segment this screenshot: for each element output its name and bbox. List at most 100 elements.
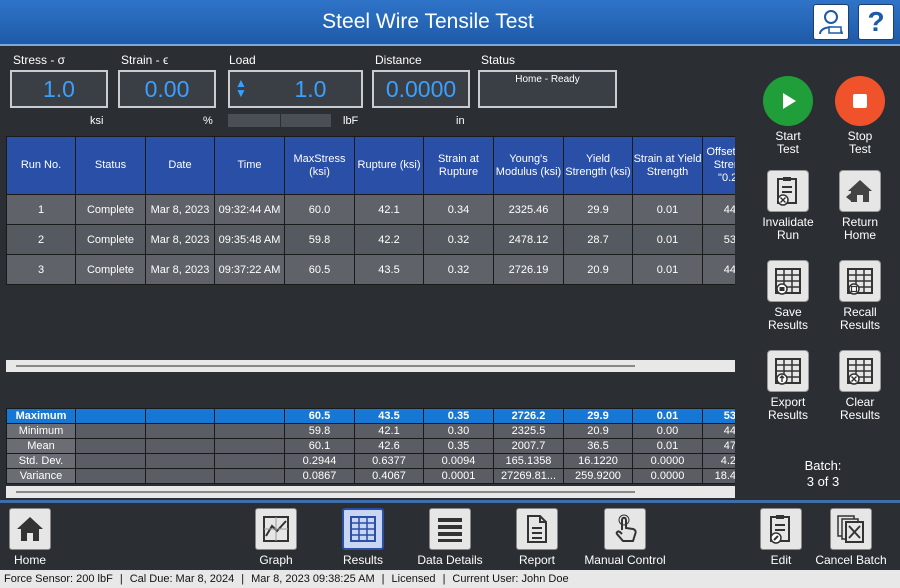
stats-horizontal-scrollbar[interactable] xyxy=(6,486,735,498)
column-header[interactable]: Strain at Rupture xyxy=(423,136,494,195)
recall-results-button[interactable]: Recall Results xyxy=(830,260,890,332)
stats-cell: 0.0094 xyxy=(423,453,494,469)
nav-results-button[interactable]: Results xyxy=(318,508,408,567)
recall-results-label: Recall Results xyxy=(839,305,880,332)
user-login-button[interactable] xyxy=(813,4,849,40)
nav-report-button[interactable]: Report xyxy=(492,508,582,567)
table-cell: 09:35:48 AM xyxy=(214,224,285,255)
stop-test-label: Stop Test xyxy=(847,129,873,156)
load-updown-icon[interactable]: ▲ ▼ xyxy=(235,77,247,99)
table-cell: 42.1 xyxy=(354,194,424,225)
nav-home-label: Home xyxy=(13,553,46,567)
nav-home-button[interactable]: Home xyxy=(0,508,75,567)
table-cell: 0.01 xyxy=(632,254,703,285)
distance-readout: 0.0000 xyxy=(372,70,470,108)
column-header[interactable]: Rupture (ksi) xyxy=(354,136,424,195)
column-header[interactable]: Run No. xyxy=(6,136,76,195)
batch-label: Batch: xyxy=(804,458,842,473)
table-cell: 2 xyxy=(6,224,76,255)
table-cell: 59.8 xyxy=(284,224,355,255)
stats-cell: 42.6 xyxy=(354,438,424,454)
home-icon xyxy=(9,508,51,550)
column-header[interactable]: Yield Strength (ksi) xyxy=(563,136,633,195)
grid-clear-icon xyxy=(839,350,881,392)
table-cell: Complete xyxy=(75,224,146,255)
stats-row[interactable]: Variance 0.0867 0.4067 0.0001 27269.81... 259… xyxy=(6,468,735,484)
results-horizontal-scrollbar[interactable] xyxy=(6,360,735,372)
license-text: Licensed xyxy=(391,573,436,585)
stats-row[interactable]: Minimum 59.8 42.1 0.30 2325.5 20.9 0.00 44 xyxy=(6,423,735,439)
table-row[interactable]: 2 Complete Mar 8, 2023 09:35:48 AM 59.8 42.2 0… xyxy=(6,224,735,255)
nav-graph-button[interactable]: Graph xyxy=(231,508,321,567)
stats-cell: 0.0000 xyxy=(632,453,703,469)
export-results-label: Export Results xyxy=(767,395,808,422)
stats-row[interactable]: Std. Dev. 0.2944 0.6377 0.0094 165.1358 16.12… xyxy=(6,453,735,469)
grid-export-icon xyxy=(767,350,809,392)
clear-results-button[interactable]: Clear Results xyxy=(830,350,890,422)
stats-cell: 53 xyxy=(702,408,735,424)
help-button[interactable]: ? xyxy=(858,4,894,40)
column-header[interactable]: Time xyxy=(214,136,285,195)
load-readout: 1.0 xyxy=(228,70,363,108)
column-header[interactable]: Status xyxy=(75,136,146,195)
results-table: Run No. Status Date Time MaxStress (ksi) Rupt… xyxy=(6,136,735,286)
stats-empty-cell xyxy=(75,453,146,469)
stats-cell: 0.00 xyxy=(632,423,703,439)
load-unit: lbF xyxy=(343,115,359,127)
stats-cell: 18.4 xyxy=(702,468,735,484)
stats-cell: 0.01 xyxy=(632,408,703,424)
stats-empty-cell xyxy=(214,408,285,424)
invalidate-run-button[interactable]: Invalidate Run xyxy=(758,170,818,242)
nav-results-label: Results xyxy=(342,553,383,567)
report-document-icon xyxy=(516,508,558,550)
table-cell: 43.5 xyxy=(354,254,424,285)
stats-cell: 2726.2 xyxy=(493,408,564,424)
column-header[interactable]: Offset Yield Strength "0.2%" xyxy=(702,136,735,195)
grid-recall-icon xyxy=(839,260,881,302)
table-cell: Mar 8, 2023 xyxy=(145,224,215,255)
table-cell: Mar 8, 2023 xyxy=(145,194,215,225)
start-test-button[interactable]: Start Test xyxy=(758,76,818,156)
return-home-icon xyxy=(839,170,881,212)
stats-cell: 0.0000 xyxy=(632,468,703,484)
stats-cell: 0.01 xyxy=(632,438,703,454)
table-cell: 3 xyxy=(6,254,76,285)
help-icon: ? xyxy=(867,6,885,37)
table-row[interactable]: 1 Complete Mar 8, 2023 09:32:44 AM 60.0 42.1 0… xyxy=(6,194,735,225)
stats-row[interactable]: Mean 60.1 42.6 0.35 2007.7 36.5 0.01 47 xyxy=(6,438,735,454)
return-home-label: Return Home xyxy=(841,215,879,242)
table-cell: 29.9 xyxy=(563,194,633,225)
column-header[interactable]: Date xyxy=(145,136,215,195)
stats-cell: 0.30 xyxy=(423,423,494,439)
nav-data-details-button[interactable]: Data Details xyxy=(405,508,495,567)
table-cell: 1 xyxy=(6,194,76,225)
table-cell: 2726.19 xyxy=(493,254,564,285)
table-cell: 0.34 xyxy=(423,194,494,225)
column-header[interactable]: MaxStress (ksi) xyxy=(284,136,355,195)
table-row[interactable]: 3 Complete Mar 8, 2023 09:37:22 AM 60.5 43.5 0… xyxy=(6,254,735,285)
stats-cell: 0.2944 xyxy=(284,453,355,469)
stats-cell: 259.9200 xyxy=(563,468,633,484)
stats-row[interactable]: Maximum 60.5 43.5 0.35 2726.2 29.9 0.01 53 xyxy=(6,408,735,424)
stats-cell: 0.0001 xyxy=(423,468,494,484)
nav-manual-control-button[interactable]: Manual Control xyxy=(579,508,671,567)
stats-empty-cell xyxy=(214,438,285,454)
edit-clipboard-icon xyxy=(760,508,802,550)
export-results-button[interactable]: Export Results xyxy=(758,350,818,422)
table-cell: 20.9 xyxy=(563,254,633,285)
stop-test-button[interactable]: Stop Test xyxy=(830,76,890,156)
nav-graph-label: Graph xyxy=(259,553,293,567)
force-sensor-text: Force Sensor: 200 lbF xyxy=(4,573,113,585)
save-results-button[interactable]: Save Results xyxy=(758,260,818,332)
column-header[interactable]: Young's Modulus (ksi) xyxy=(493,136,564,195)
nav-report-label: Report xyxy=(518,553,556,567)
return-home-button[interactable]: Return Home xyxy=(830,170,890,242)
nav-cancel-batch-label: Cancel Batch xyxy=(815,553,887,567)
nav-cancel-batch-button[interactable]: Cancel Batch xyxy=(808,508,894,567)
distance-label: Distance xyxy=(375,53,422,67)
table-cell: 0.01 xyxy=(632,194,703,225)
touch-hand-icon xyxy=(604,508,646,550)
column-header[interactable]: Strain at Yield Strength xyxy=(632,136,703,195)
stats-label: Minimum xyxy=(6,423,76,439)
user-login-icon xyxy=(819,10,843,35)
